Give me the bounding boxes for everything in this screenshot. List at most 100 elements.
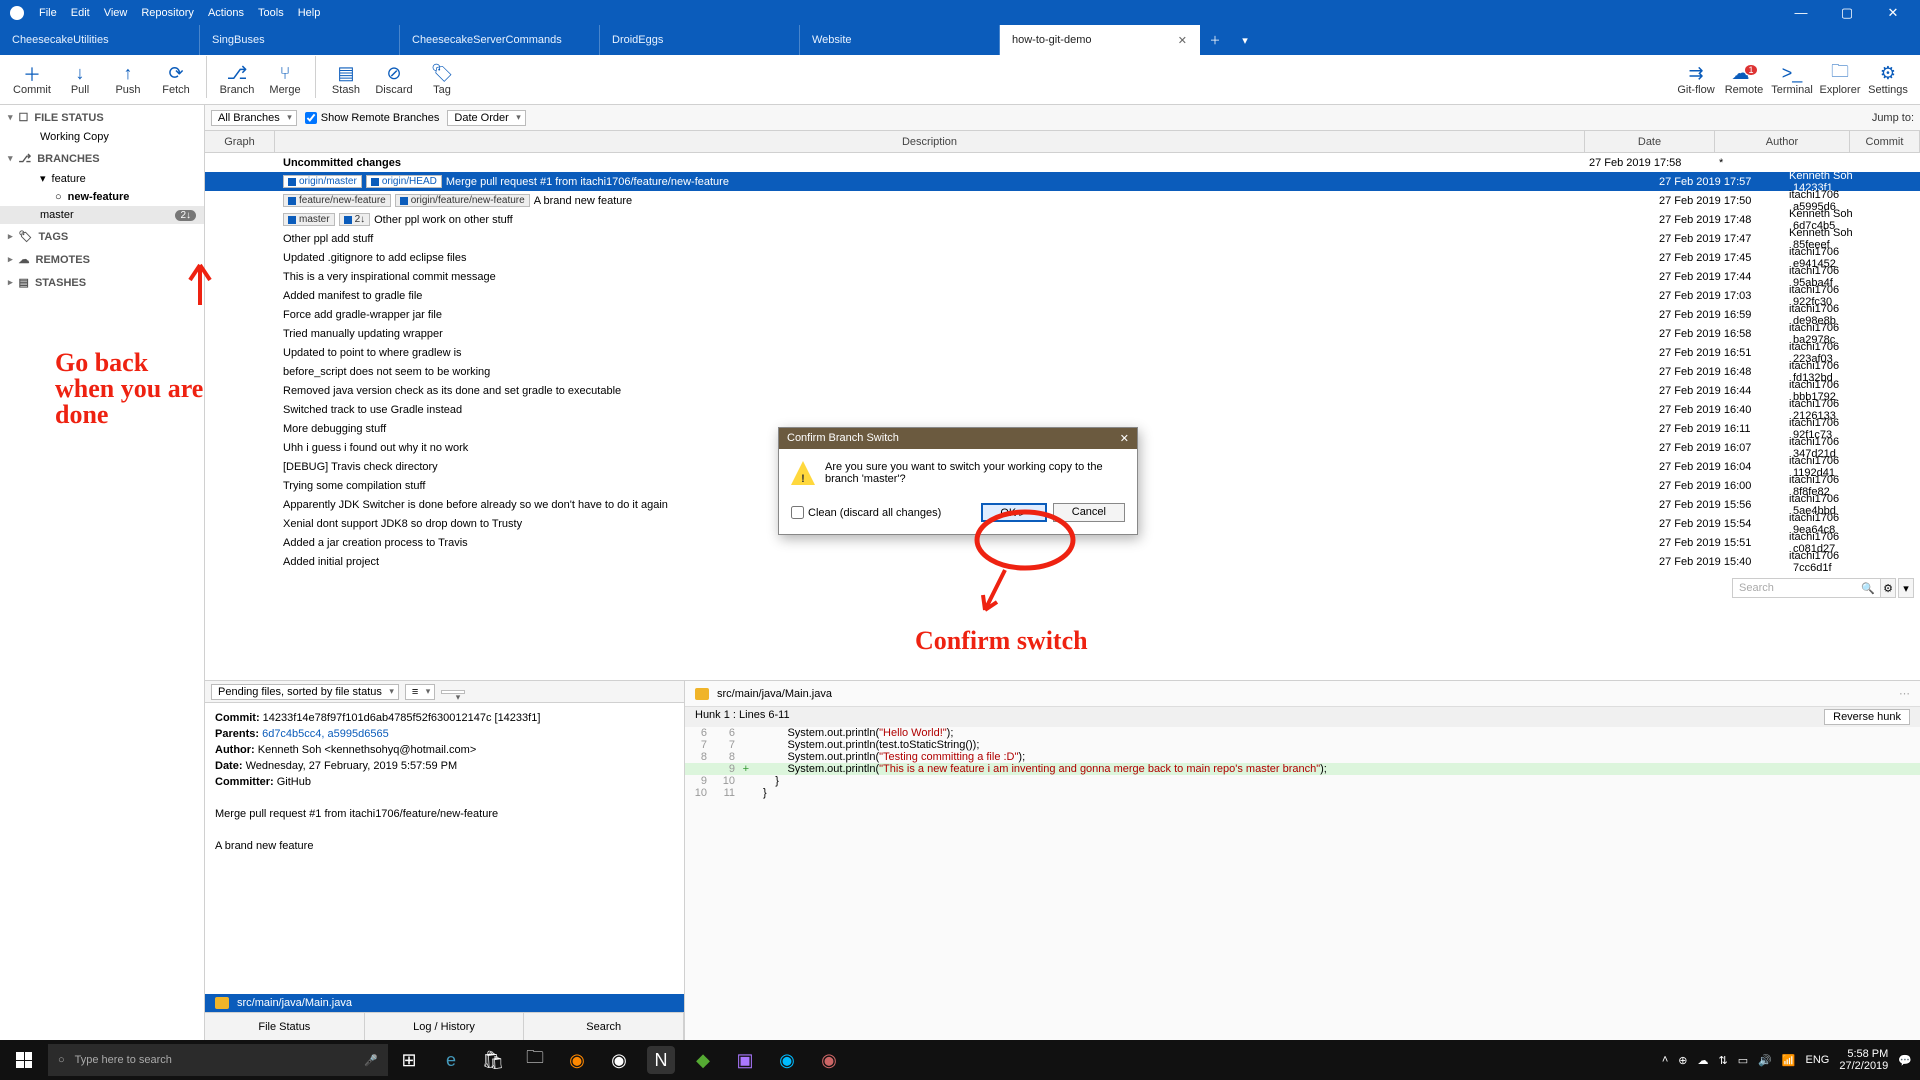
menu-help[interactable]: Help: [291, 4, 328, 22]
menu-repository[interactable]: Repository: [134, 4, 201, 22]
sidebar-filestatus[interactable]: FILE STATUS: [34, 112, 103, 124]
commit-row[interactable]: Tried manually updating wrapper27 Feb 20…: [205, 324, 1920, 343]
tab-dropdown[interactable]: ▾: [1230, 25, 1260, 55]
pending-filter[interactable]: Pending files, sorted by file status: [211, 684, 399, 700]
commit-row[interactable]: Uncommitted changes27 Feb 2019 17:58*: [205, 153, 1920, 172]
pull-button[interactable]: ↓Pull: [56, 56, 104, 104]
branch-filter[interactable]: All Branches: [211, 110, 297, 126]
menu-file[interactable]: File: [32, 4, 64, 22]
col-author[interactable]: Author: [1715, 131, 1850, 152]
dialog-close-icon[interactable]: ✕: [1120, 432, 1129, 445]
sidebar-working-copy[interactable]: Working Copy: [0, 128, 204, 146]
bottom-tab[interactable]: File Status: [205, 1013, 365, 1040]
push-button[interactable]: ↑Push: [104, 56, 152, 104]
merge-button[interactable]: ⑂Merge: [261, 56, 309, 104]
settings-button[interactable]: ⚙Settings: [1864, 56, 1912, 104]
commit-row[interactable]: This is a very inspirational commit mess…: [205, 267, 1920, 286]
maximize-button[interactable]: ▢: [1824, 0, 1870, 25]
reverse-hunk-button[interactable]: Reverse hunk: [1824, 709, 1910, 725]
notion-icon[interactable]: N: [647, 1046, 675, 1074]
repo-tab[interactable]: how-to-git-demo✕: [1000, 25, 1200, 55]
commit-row[interactable]: Added manifest to gradle file27 Feb 2019…: [205, 286, 1920, 305]
commit-row[interactable]: Other ppl add stuff27 Feb 2019 17:47Kenn…: [205, 229, 1920, 248]
explorer-icon[interactable]: 🗀: [514, 1040, 556, 1080]
clean-checkbox[interactable]: Clean (discard all changes): [791, 506, 941, 519]
view-mode-2[interactable]: [441, 690, 465, 694]
taskbar-search[interactable]: ○ Type here to search🎤: [48, 1044, 388, 1076]
tray-network-icon[interactable]: 📶: [1782, 1054, 1796, 1067]
menu-actions[interactable]: Actions: [201, 4, 251, 22]
sidebar-branch-master[interactable]: master2↓: [0, 206, 204, 224]
col-commit[interactable]: Commit: [1850, 131, 1920, 152]
twitch-icon[interactable]: ▣: [724, 1040, 766, 1080]
store-icon[interactable]: 🛍: [472, 1040, 514, 1080]
branch-button[interactable]: ⎇Branch: [213, 56, 261, 104]
show-remote-checkbox[interactable]: Show Remote Branches: [305, 112, 440, 124]
terminal-button[interactable]: >_Terminal: [1768, 56, 1816, 104]
commit-row[interactable]: Added initial project27 Feb 2019 15:40it…: [205, 552, 1920, 571]
commit-row[interactable]: Removed java version check as its done a…: [205, 381, 1920, 400]
new-tab-button[interactable]: ＋: [1200, 25, 1230, 55]
tray-cloud-icon[interactable]: ☁: [1697, 1054, 1708, 1067]
tray-battery-icon[interactable]: ▭: [1738, 1054, 1748, 1067]
search-input[interactable]: Search🔍: [1732, 578, 1882, 598]
tag-button[interactable]: 🏷Tag: [418, 56, 466, 104]
remote-button[interactable]: ☁1Remote: [1720, 56, 1768, 104]
tray-volume-icon[interactable]: 🔊: [1758, 1054, 1772, 1067]
parent-links[interactable]: 6d7c4b5cc4, a5995d6565: [262, 728, 389, 740]
git-flow-button[interactable]: ⇉Git-flow: [1672, 56, 1720, 104]
tray-wifi-icon[interactable]: ⇅: [1718, 1054, 1727, 1067]
ok-button[interactable]: OK ▻: [981, 503, 1046, 522]
minimize-button[interactable]: —: [1778, 0, 1824, 25]
explorer-button[interactable]: 🗀Explorer: [1816, 56, 1864, 104]
fetch-button[interactable]: ⟳Fetch: [152, 56, 200, 104]
commit-row[interactable]: Force add gradle-wrapper jar file27 Feb …: [205, 305, 1920, 324]
commit-row[interactable]: Switched track to use Gradle instead27 F…: [205, 400, 1920, 419]
commit-row[interactable]: before_script does not seem to be workin…: [205, 362, 1920, 381]
commit-row[interactable]: Added a jar creation process to Travis27…: [205, 533, 1920, 552]
close-tab-icon[interactable]: ✕: [1178, 34, 1187, 47]
view-mode[interactable]: ≡: [405, 684, 435, 700]
tray-lang[interactable]: ENG: [1806, 1054, 1830, 1066]
commit-row[interactable]: Updated .gitignore to add eclipse files2…: [205, 248, 1920, 267]
commit-row[interactable]: feature/new-featureorigin/feature/new-fe…: [205, 191, 1920, 210]
commit-row[interactable]: Updated to point to where gradlew is27 F…: [205, 343, 1920, 362]
app-icon-1[interactable]: ◉: [766, 1040, 808, 1080]
commit-row[interactable]: master2↓Other ppl work on other stuff27 …: [205, 210, 1920, 229]
chrome-icon[interactable]: ◉: [598, 1040, 640, 1080]
notifications-icon[interactable]: 💬: [1898, 1054, 1912, 1067]
sourcetree-taskbar-icon[interactable]: ◉: [808, 1040, 850, 1080]
changed-file[interactable]: src/main/java/Main.java: [205, 994, 684, 1012]
repo-tab[interactable]: CheesecakeUtilities: [0, 25, 200, 55]
sidebar-tags[interactable]: TAGS: [39, 231, 69, 243]
menu-view[interactable]: View: [97, 4, 135, 22]
sidebar-branches[interactable]: BRANCHES: [37, 153, 99, 165]
sidebar-branch-newfeature[interactable]: ○new-feature: [0, 188, 204, 206]
discard-button[interactable]: ⊘Discard: [370, 56, 418, 104]
minecraft-icon[interactable]: ◆: [682, 1040, 724, 1080]
date-order[interactable]: Date Order: [447, 110, 525, 126]
bottom-tab[interactable]: Log / History: [365, 1013, 525, 1040]
gear-dropdown[interactable]: ▾: [1898, 578, 1914, 598]
sidebar-stashes[interactable]: STASHES: [35, 277, 86, 289]
col-graph[interactable]: Graph: [205, 131, 275, 152]
repo-tab[interactable]: CheesecakeServerCommands: [400, 25, 600, 55]
firefox-icon[interactable]: ◉: [556, 1040, 598, 1080]
gear-icon[interactable]: ⚙: [1880, 578, 1896, 598]
diff-more[interactable]: ⋯: [1899, 687, 1910, 700]
start-button[interactable]: [0, 1040, 48, 1080]
commit-row[interactable]: origin/masterorigin/HEADMerge pull reque…: [205, 172, 1920, 191]
bottom-tab[interactable]: Search: [524, 1013, 684, 1040]
menu-edit[interactable]: Edit: [64, 4, 97, 22]
repo-tab[interactable]: DroidEggs: [600, 25, 800, 55]
tray-chevron[interactable]: ˄: [1662, 1054, 1668, 1066]
edge-icon[interactable]: e: [430, 1040, 472, 1080]
col-desc[interactable]: Description: [275, 131, 1585, 152]
col-date[interactable]: Date: [1585, 131, 1715, 152]
taskbar-clock[interactable]: 5:58 PM27/2/2019: [1839, 1048, 1888, 1072]
cancel-button[interactable]: Cancel: [1053, 503, 1125, 522]
close-button[interactable]: ✕: [1870, 0, 1916, 25]
menu-tools[interactable]: Tools: [251, 4, 291, 22]
sidebar-remotes[interactable]: REMOTES: [36, 254, 90, 266]
task-view-icon[interactable]: ⊞: [388, 1040, 430, 1080]
